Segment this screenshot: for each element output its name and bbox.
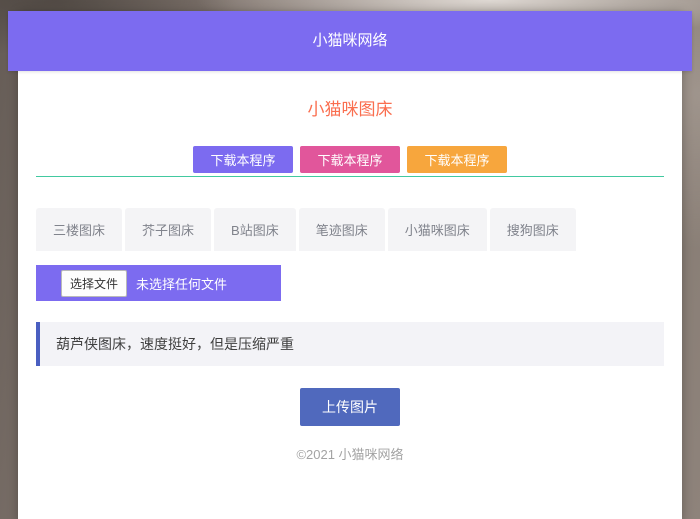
tab-sanlou[interactable]: 三楼图床 xyxy=(36,208,122,251)
page-title: 小猫咪图床 xyxy=(36,95,664,120)
site-banner: 小猫咪网络 xyxy=(8,11,692,71)
choose-file-button[interactable]: 选择文件 xyxy=(61,270,127,297)
footer-copyright: ©2021 小猫咪网络 xyxy=(36,444,664,463)
download-buttons-row: 下载本程序 下载本程序 下载本程序 xyxy=(36,146,664,173)
download-program-button-2[interactable]: 下载本程序 xyxy=(300,146,400,173)
file-status-text: 未选择任何文件 xyxy=(136,274,227,293)
tab-biji[interactable]: 笔迹图床 xyxy=(299,208,385,251)
site-title: 小猫咪网络 xyxy=(312,32,387,49)
tab-bilibili[interactable]: B站图床 xyxy=(214,208,296,251)
upload-image-button[interactable]: 上传图片 xyxy=(300,388,400,426)
notice-box: 葫芦侠图床，速度挺好，但是压缩严重 xyxy=(36,322,664,366)
notice-text: 葫芦侠图床，速度挺好，但是压缩严重 xyxy=(56,334,294,354)
image-host-tabs: 三楼图床 芥子图床 B站图床 笔迹图床 小猫咪图床 搜狗图床 xyxy=(36,208,664,251)
teal-divider xyxy=(36,176,664,177)
tab-jiezi[interactable]: 芥子图床 xyxy=(125,208,211,251)
tab-sogou[interactable]: 搜狗图床 xyxy=(490,208,576,251)
download-program-button-3[interactable]: 下载本程序 xyxy=(407,146,507,173)
download-program-button-1[interactable]: 下载本程序 xyxy=(193,146,293,173)
file-input[interactable]: 选择文件 未选择任何文件 xyxy=(36,265,281,301)
main-card: 小猫咪网络 小猫咪图床 下载本程序 下载本程序 下载本程序 三楼图床 芥子图床 … xyxy=(18,11,682,519)
tab-xiaomaomi[interactable]: 小猫咪图床 xyxy=(388,208,487,251)
upload-row: 上传图片 xyxy=(36,388,664,426)
card-content: 小猫咪图床 下载本程序 下载本程序 下载本程序 三楼图床 芥子图床 B站图床 笔… xyxy=(18,95,682,463)
